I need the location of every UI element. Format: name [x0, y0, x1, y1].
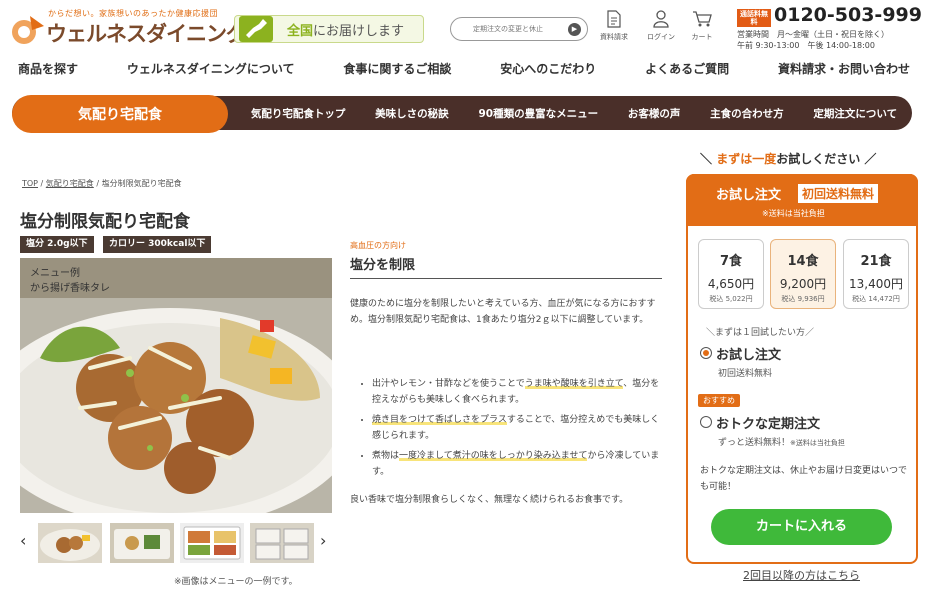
- gnav-item-about[interactable]: ウェルネスダイニングについて: [127, 60, 295, 80]
- order-change-button[interactable]: 定期注文の変更と休止 ▶: [450, 17, 588, 41]
- chevron-left-icon[interactable]: ‹: [20, 531, 26, 550]
- delivery-bold: 全国: [287, 23, 314, 39]
- trial-radio[interactable]: [700, 347, 712, 359]
- plan-selector: 7食 4,650円 税込 5,022円 14食 9,200円 税込 9,936円 21食…: [698, 239, 910, 309]
- global-nav: 商品を探す ウェルネスダイニングについて 食事に関するご相談 安心へのこだわり …: [0, 60, 928, 80]
- thumbnail-2[interactable]: [110, 523, 174, 563]
- thumbnail-4[interactable]: [250, 523, 314, 563]
- repeat-customer-link[interactable]: 2回目以降の方はこちら: [743, 567, 860, 583]
- document-request-link[interactable]: 資料請求: [596, 10, 632, 42]
- salt-tag: 塩分 2.0g以下: [20, 236, 94, 253]
- sub-nav-item-subscription[interactable]: 定期注文について: [813, 106, 897, 121]
- closing-paragraph: 良い香味で塩分制限食らしくなく、無理なく続けられるお食事です。: [350, 495, 629, 505]
- thumbnail-carousel: ‹ ›: [20, 523, 340, 563]
- trial-option-label[interactable]: お試し注文: [716, 344, 781, 363]
- nationwide-delivery-banner: 全国 にお届けします: [234, 15, 424, 43]
- calorie-tag: カロリー 300kcal以下: [103, 236, 212, 253]
- user-icon: [653, 10, 669, 28]
- list-item: 煮物は一度冷まして煮汁の味をしっかり染み込ませてから冷凍しています。: [372, 448, 662, 480]
- target-label: 高血圧の方向け: [350, 241, 406, 250]
- sub-nav-item-top[interactable]: 気配り宅配食トップ: [251, 106, 346, 121]
- recommend-badge: おすすめ: [698, 394, 740, 407]
- logo-mark-icon[interactable]: [10, 12, 46, 46]
- once-label: ＼まずは１回試したい方／: [706, 328, 815, 338]
- plan-21[interactable]: 21食 13,400円 税込 14,472円: [843, 239, 909, 309]
- try-headline: ＼ まずは一度お試しください ／: [700, 152, 877, 166]
- breadcrumb: TOP / 気配り宅配食 / 塩分制限気配り宅配食: [22, 179, 182, 188]
- cart-link[interactable]: カート: [684, 10, 720, 42]
- thumbnail-3[interactable]: [180, 523, 244, 563]
- cart-icon: [693, 11, 712, 27]
- feature-list: 出汁やレモン・甘酢などを使うことでうま味や酸味を引き立て、塩分を控えながらも美味…: [362, 376, 662, 484]
- list-item: 焼き目をつけて香ばしさをプラスすることで、塩分控えめでも美味しく感じられます。: [372, 412, 662, 444]
- phone-number[interactable]: 0120-503-999: [774, 4, 922, 26]
- intro-paragraph: 健康のために塩分を制限したいと考えている方、血圧が気になる方におすすめ。塩分制限…: [350, 299, 656, 325]
- breadcrumb-top[interactable]: TOP: [22, 179, 38, 188]
- first-free-badge: 初回送料無料: [798, 184, 879, 203]
- subscription-option-sub: ずっと送料無料！※送料は当社負担: [718, 438, 845, 448]
- gnav-item-products[interactable]: 商品を探す: [18, 60, 78, 80]
- sub-nav-item-menu[interactable]: 90種類の豊富なメニュー: [478, 106, 598, 121]
- breadcrumb-current: 塩分制限気配り宅配食: [101, 179, 182, 188]
- subscription-radio[interactable]: [700, 416, 712, 428]
- trial-option-sub: 初回送料無料: [718, 369, 773, 379]
- list-item: 出汁やレモン・甘酢などを使うことでうま味や酸味を引き立て、塩分を控えながらも美味…: [372, 376, 662, 408]
- page-title: 塩分制限気配り宅配食: [20, 212, 190, 232]
- plan-14[interactable]: 14食 9,200円 税込 9,936円: [770, 239, 836, 309]
- section-heading: 塩分を制限: [350, 258, 416, 273]
- arrow-right-icon: ▶: [568, 23, 581, 36]
- breadcrumb-category[interactable]: 気配り宅配食: [46, 179, 94, 188]
- sub-nav-active-tab[interactable]: 気配り宅配食: [12, 95, 228, 133]
- japan-map-icon: [239, 16, 273, 42]
- login-link[interactable]: ログイン: [643, 10, 679, 42]
- toll-free-badge: 通話料無料: [737, 9, 771, 27]
- sub-nav-items: 気配り宅配食トップ 美味しさの秘訣 90種類の豊富なメニュー お客様の声 主食の…: [236, 96, 912, 130]
- sub-nav-item-secret[interactable]: 美味しさの秘訣: [375, 106, 449, 121]
- sub-nav-item-voice[interactable]: お客様の声: [628, 106, 681, 121]
- gnav-item-faq[interactable]: よくあるご質問: [645, 60, 729, 80]
- business-hours: 営業時間 月〜金曜（土日・祝日を除く） 午前 9:30-13:00 午後 14:…: [737, 30, 889, 50]
- plan-7[interactable]: 7食 4,650円 税込 5,022円: [698, 239, 764, 309]
- subscription-option-label[interactable]: おトクな定期注文: [716, 413, 820, 432]
- subscription-info: おトクな定期注文は、休止やお届け日変更はいつでも可能！: [700, 466, 908, 492]
- sub-nav-item-staple[interactable]: 主食の合わせ方: [710, 106, 784, 121]
- image-caption: ※画像はメニューの一例です。: [174, 577, 298, 587]
- gnav-item-contact[interactable]: 資料請求・お問い合わせ: [778, 60, 910, 80]
- add-to-cart-button[interactable]: カートに入れる: [711, 509, 892, 545]
- thumbnail-1[interactable]: [38, 523, 102, 563]
- trial-title: お試し注文: [716, 188, 782, 203]
- image-label: メニュー例 から揚げ香味タレ: [30, 268, 110, 294]
- heading-divider: [350, 278, 662, 279]
- delivery-text: にお届けします: [313, 23, 405, 39]
- food-main-image: [20, 258, 332, 513]
- document-icon: [607, 10, 621, 28]
- shipping-note: ※送料は当社負担: [762, 209, 825, 218]
- gnav-item-consult[interactable]: 食事に関するご相談: [343, 60, 451, 80]
- chevron-right-icon[interactable]: ›: [320, 531, 326, 550]
- gnav-item-quality[interactable]: 安心へのこだわり: [500, 60, 596, 80]
- logo-text[interactable]: ウェルネスダイニング: [46, 18, 247, 48]
